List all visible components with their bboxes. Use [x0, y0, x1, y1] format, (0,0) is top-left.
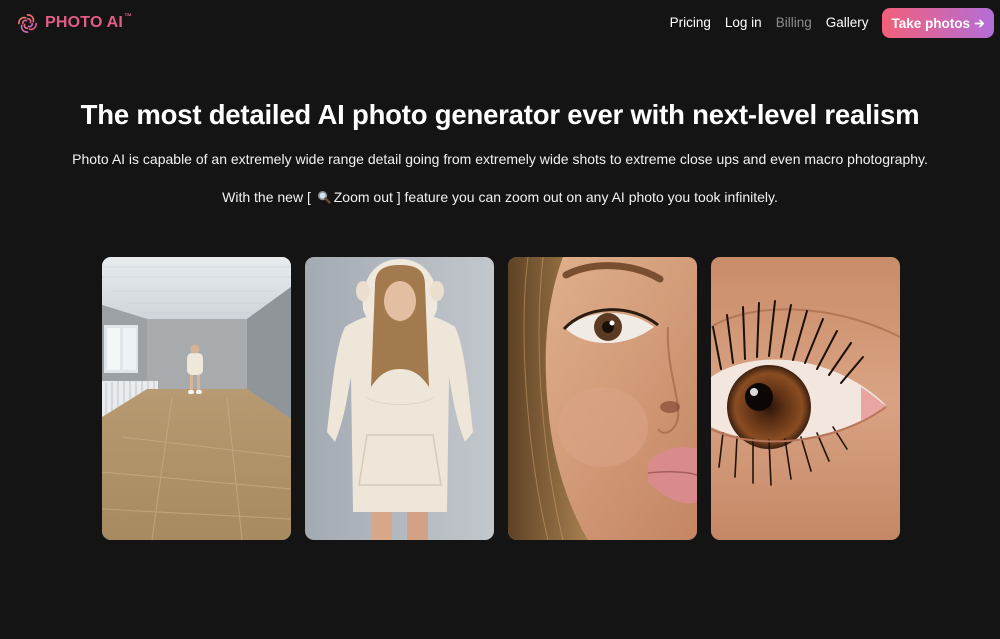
gallery-image-full-body[interactable]: [305, 257, 494, 540]
magnifying-glass-icon: [317, 190, 331, 204]
top-nav: Pricing Log in Billing Gallery Take phot…: [670, 8, 994, 38]
take-photos-label: Take photos: [891, 15, 970, 31]
swirl-logo-icon: [18, 13, 37, 33]
take-photos-button[interactable]: Take photos: [882, 8, 994, 38]
feature-name: Zoom out ]: [333, 189, 401, 205]
hero-description: Photo AI is capable of an extremely wide…: [72, 151, 928, 167]
gallery-image-macro[interactable]: [711, 257, 900, 540]
page: PHOTO AI™ Pricing Log in Billing Gallery…: [0, 0, 1000, 639]
nav-billing-link[interactable]: Billing: [776, 8, 812, 38]
nav-gallery-link[interactable]: Gallery: [826, 8, 869, 38]
gallery-image-close-up[interactable]: [508, 257, 697, 540]
arrow-right-icon: [974, 18, 984, 28]
zoom-out-feature-text: With the new [ Zoom out ] feature you ca…: [0, 187, 1000, 207]
feature-suffix: feature you can zoom out on any AI photo…: [404, 189, 778, 205]
nav-login-link[interactable]: Log in: [725, 8, 762, 38]
nav-pricing-link[interactable]: Pricing: [670, 8, 711, 38]
logo-trademark: ™: [124, 12, 133, 21]
page-title: The most detailed AI photo generator eve…: [80, 99, 920, 130]
header: PHOTO AI™ Pricing Log in Billing Gallery…: [0, 0, 1000, 46]
logo-wordmark: PHOTO AI: [45, 14, 124, 31]
gallery-image-wide-shot[interactable]: [102, 257, 291, 540]
logo-link[interactable]: PHOTO AI™: [16, 11, 132, 35]
logo-text: PHOTO AI™: [45, 12, 133, 31]
photo-gallery: [102, 257, 900, 540]
feature-prefix: With the new [: [222, 189, 311, 205]
